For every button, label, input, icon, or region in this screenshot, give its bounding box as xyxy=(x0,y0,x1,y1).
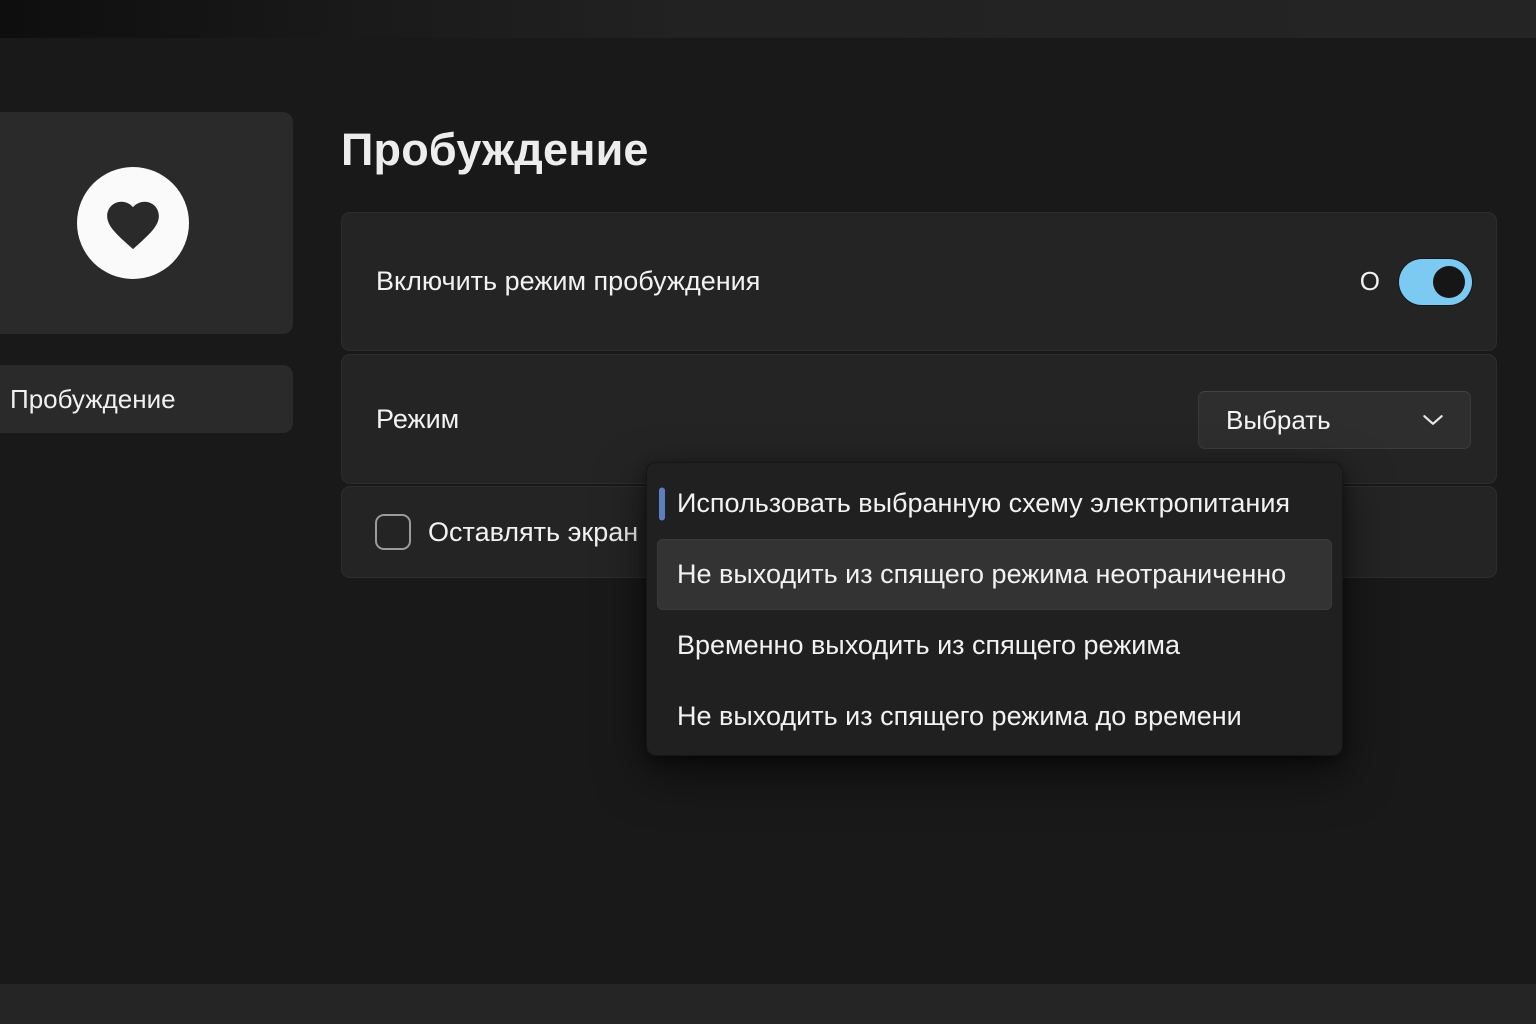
enable-toggle[interactable] xyxy=(1399,259,1472,305)
sidebar-item-label: Пробуждение xyxy=(10,384,176,415)
bottom-bar xyxy=(0,984,1536,1024)
setting-row-enable: Включить режим пробуждения О xyxy=(341,212,1497,351)
menu-item-label: Временно выходить из спящего режима xyxy=(677,630,1180,661)
toggle-group: О xyxy=(1360,213,1472,350)
menu-item-keep-awake-until-time[interactable]: Не выходить из спящего режима до времени xyxy=(647,681,1342,752)
mode-select-button[interactable]: Выбрать xyxy=(1198,391,1471,449)
sidebar-item-awake[interactable]: Пробуждение xyxy=(0,365,293,433)
menu-item-keep-awake-temporarily[interactable]: Временно выходить из спящего режима xyxy=(647,610,1342,681)
menu-item-label: Использовать выбранную схему электропита… xyxy=(677,488,1290,519)
top-bar xyxy=(0,0,1536,38)
mode-row-label: Режим xyxy=(376,404,459,435)
mode-select-label: Выбрать xyxy=(1226,405,1331,436)
chevron-down-icon xyxy=(1420,407,1446,433)
menu-item-label: Не выходить из спящего режима неотраниче… xyxy=(677,559,1286,590)
keep-screen-label: Оставлять экран в xyxy=(428,517,660,548)
module-tile-awake[interactable] xyxy=(0,112,293,334)
keep-screen-checkbox[interactable] xyxy=(375,514,411,550)
mode-dropdown-menu: Использовать выбранную схему электропита… xyxy=(646,462,1343,756)
menu-item-use-power-scheme[interactable]: Использовать выбранную схему электропита… xyxy=(647,468,1342,539)
menu-item-label: Не выходить из спящего режима до времени xyxy=(677,701,1242,732)
menu-item-keep-awake-indefinitely[interactable]: Не выходить из спящего режима неотраниче… xyxy=(657,539,1332,610)
selected-indicator xyxy=(659,487,665,520)
toggle-state-label: О xyxy=(1360,266,1380,297)
page-title: Пробуждение xyxy=(341,124,649,176)
heart-icon xyxy=(77,167,189,279)
enable-row-label: Включить режим пробуждения xyxy=(376,266,760,297)
toggle-knob xyxy=(1433,266,1465,298)
